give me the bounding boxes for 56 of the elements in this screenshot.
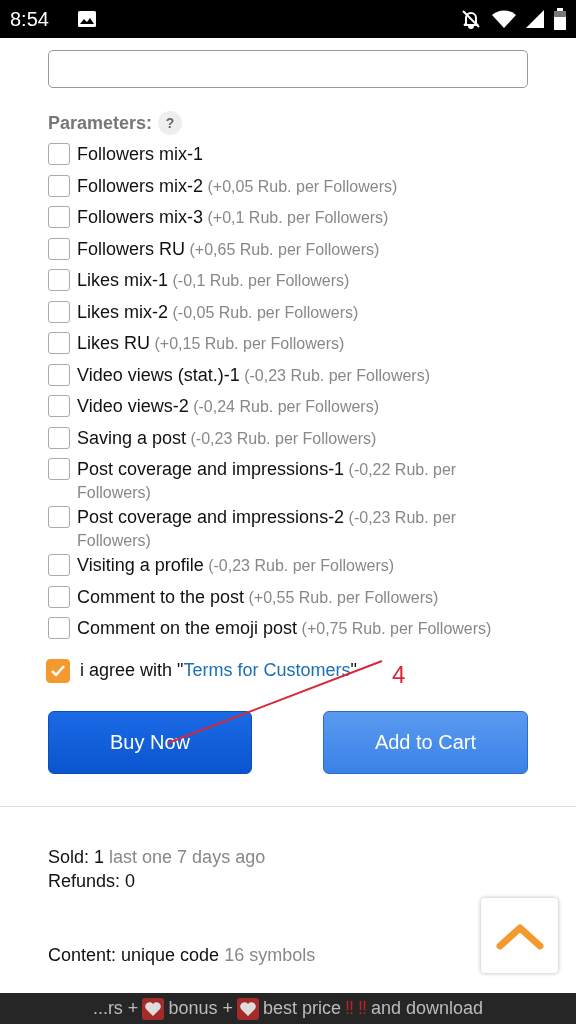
option-label: Followers RU (+0,65 Rub. per Followers): [77, 237, 380, 261]
terms-link[interactable]: Terms for Customers: [183, 660, 351, 680]
checkbox[interactable]: [48, 554, 70, 576]
option-label: Followers mix-3 (+0,1 Rub. per Followers): [77, 206, 389, 229]
option-label: Followers mix-1: [77, 143, 204, 166]
checkbox[interactable]: [48, 269, 70, 291]
banner-text: and download: [371, 998, 484, 1019]
exclamation-mark: ‼: [358, 998, 367, 1019]
checkbox[interactable]: [48, 426, 70, 449]
option-label: Comment on the emoji post (+0,75 Rub. per Followers): [77, 617, 492, 640]
option-label: Video views-2 (-0,24 Rub. per Followers): [77, 395, 380, 418]
battery-icon: [554, 8, 566, 30]
parameters-label: Parameters:: [48, 112, 153, 134]
banner-text: ...rs +: [92, 998, 139, 1019]
checkbox[interactable]: [48, 617, 70, 639]
help-badge[interactable]: ?: [158, 111, 183, 135]
image-icon: [76, 10, 97, 28]
checkbox[interactable]: [48, 174, 70, 197]
checkbox[interactable]: [48, 143, 70, 165]
option-label: Likes mix-1 (-0,1 Rub. per Followers): [77, 269, 350, 292]
add-to-cart-button[interactable]: Add to Cart: [323, 710, 528, 774]
checkbox[interactable]: [48, 395, 70, 417]
check-icon: [50, 663, 66, 678]
option-label: Visiting a profile (-0,23 Rub. per Followers): [77, 554, 395, 577]
option-label: Comment to the post (+0,55 Rub. per Followers): [77, 585, 439, 609]
scroll-top-button[interactable]: [481, 898, 558, 973]
option-label: Saving a post (-0,23 Rub. per Followers): [77, 426, 377, 450]
option-label: Video views (stat.)-1 (-0,23 Rub. per Followers): [77, 363, 431, 387]
checkbox[interactable]: [48, 506, 70, 528]
exclamation-mark: ‼: [345, 998, 354, 1019]
option-label: Likes mix-2 (-0,05 Rub. per Followers): [77, 300, 359, 324]
refunds-text: Refunds: 0: [48, 869, 137, 893]
banner-text: best price: [262, 998, 341, 1019]
muted-bell-icon: [460, 8, 482, 30]
banner-text: bonus +: [168, 998, 233, 1019]
annotation-number: 4: [392, 661, 406, 688]
option-label: Followers mix-2 (+0,05 Rub. per Followers): [77, 174, 398, 198]
wifi-icon: [492, 9, 516, 29]
agree-checkbox[interactable]: [46, 658, 70, 683]
checkbox[interactable]: [48, 363, 70, 386]
signal-icon: [526, 10, 544, 28]
text-field[interactable]: [48, 50, 528, 88]
option-label: Post coverage and impressions-1 (-0,22 Rub. per Followers): [77, 458, 458, 503]
content-text: Content: unique code 16 symbols: [48, 943, 317, 967]
agree-text: i agree with "Terms for Customers": [80, 660, 357, 681]
clock-time: 8:54: [10, 7, 49, 31]
checkbox[interactable]: [48, 585, 70, 608]
checkbox[interactable]: [48, 300, 70, 323]
checkbox[interactable]: [48, 206, 70, 228]
checkbox[interactable]: [48, 237, 70, 260]
option-label: Post coverage and impressions-2 (-0,23 Rub. per Followers): [77, 506, 458, 551]
option-label: Likes RU (+0,15 Rub. per Followers): [77, 332, 345, 355]
sold-text: Sold: 1 last one 7 days ago: [48, 845, 267, 869]
buy-now-button[interactable]: Buy Now: [48, 710, 252, 774]
checkbox[interactable]: [48, 458, 70, 480]
checkbox[interactable]: [48, 332, 70, 354]
